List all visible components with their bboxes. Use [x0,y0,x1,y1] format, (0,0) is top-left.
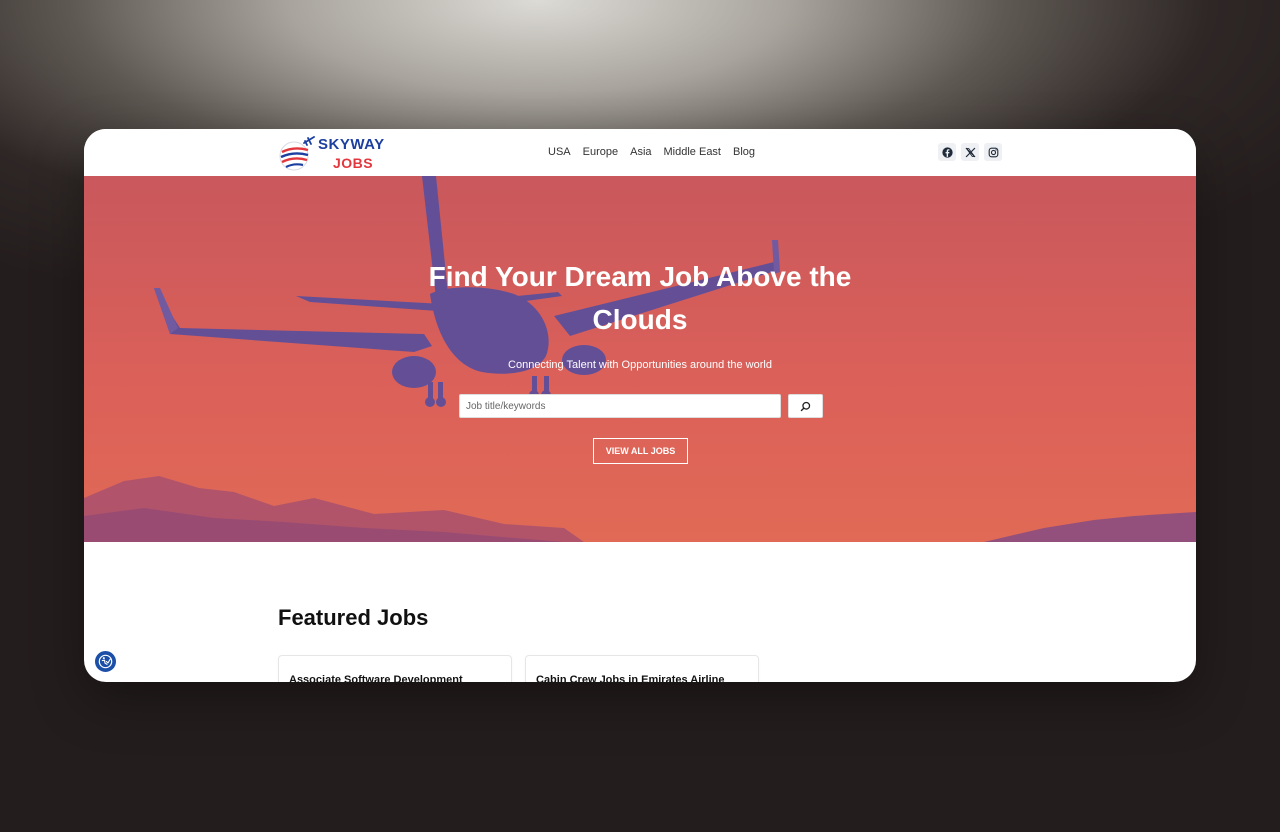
x-link[interactable] [961,143,979,161]
featured-jobs-heading: Featured Jobs [278,605,429,630]
nav-link-asia[interactable]: Asia [630,146,651,158]
instagram-icon [988,147,998,157]
instagram-link[interactable] [984,143,1002,161]
hero-subtitle: Connecting Talent with Opportunities aro… [508,359,772,371]
job-card[interactable]: Associate Software Development [278,655,512,682]
job-card[interactable]: Cabin Crew Jobs in Emirates Airline [525,655,759,682]
globe-plane-icon [279,136,315,171]
social-links [938,143,1002,161]
browser-frame: SKYWAY JOBS USA Europe Asia Middle East … [84,129,1196,682]
nav-link-blog[interactable]: Blog [733,146,755,158]
x-icon [965,147,975,157]
hero-section: Find Your Dream Job Above the Clouds Con… [84,176,1196,542]
nav-link-usa[interactable]: USA [548,146,571,158]
main-nav: USA Europe Asia Middle East Blog [548,146,755,158]
hero-title: Find Your Dream Job Above the Clouds [428,261,852,335]
logo[interactable]: SKYWAY JOBS [278,134,396,174]
logo-wordmark-bottom: JOBS [333,155,374,171]
logo-wordmark-top: SKYWAY [318,136,385,153]
accessibility-icon [98,654,113,669]
facebook-link[interactable] [938,143,956,161]
job-card-title[interactable]: Cabin Crew Jobs in Emirates Airline [536,674,724,682]
accessibility-button[interactable] [93,649,118,674]
view-all-jobs-button[interactable]: VIEW ALL JOBS [593,438,688,464]
nav-link-europe[interactable]: Europe [583,146,618,158]
job-search-input[interactable] [459,394,781,418]
site-header: SKYWAY JOBS USA Europe Asia Middle East … [84,129,1196,177]
search-icon [800,401,811,411]
search-button[interactable] [788,394,823,418]
nav-link-middle-east[interactable]: Middle East [664,146,721,158]
facebook-icon [941,146,953,158]
job-card-title[interactable]: Associate Software Development [289,674,463,682]
